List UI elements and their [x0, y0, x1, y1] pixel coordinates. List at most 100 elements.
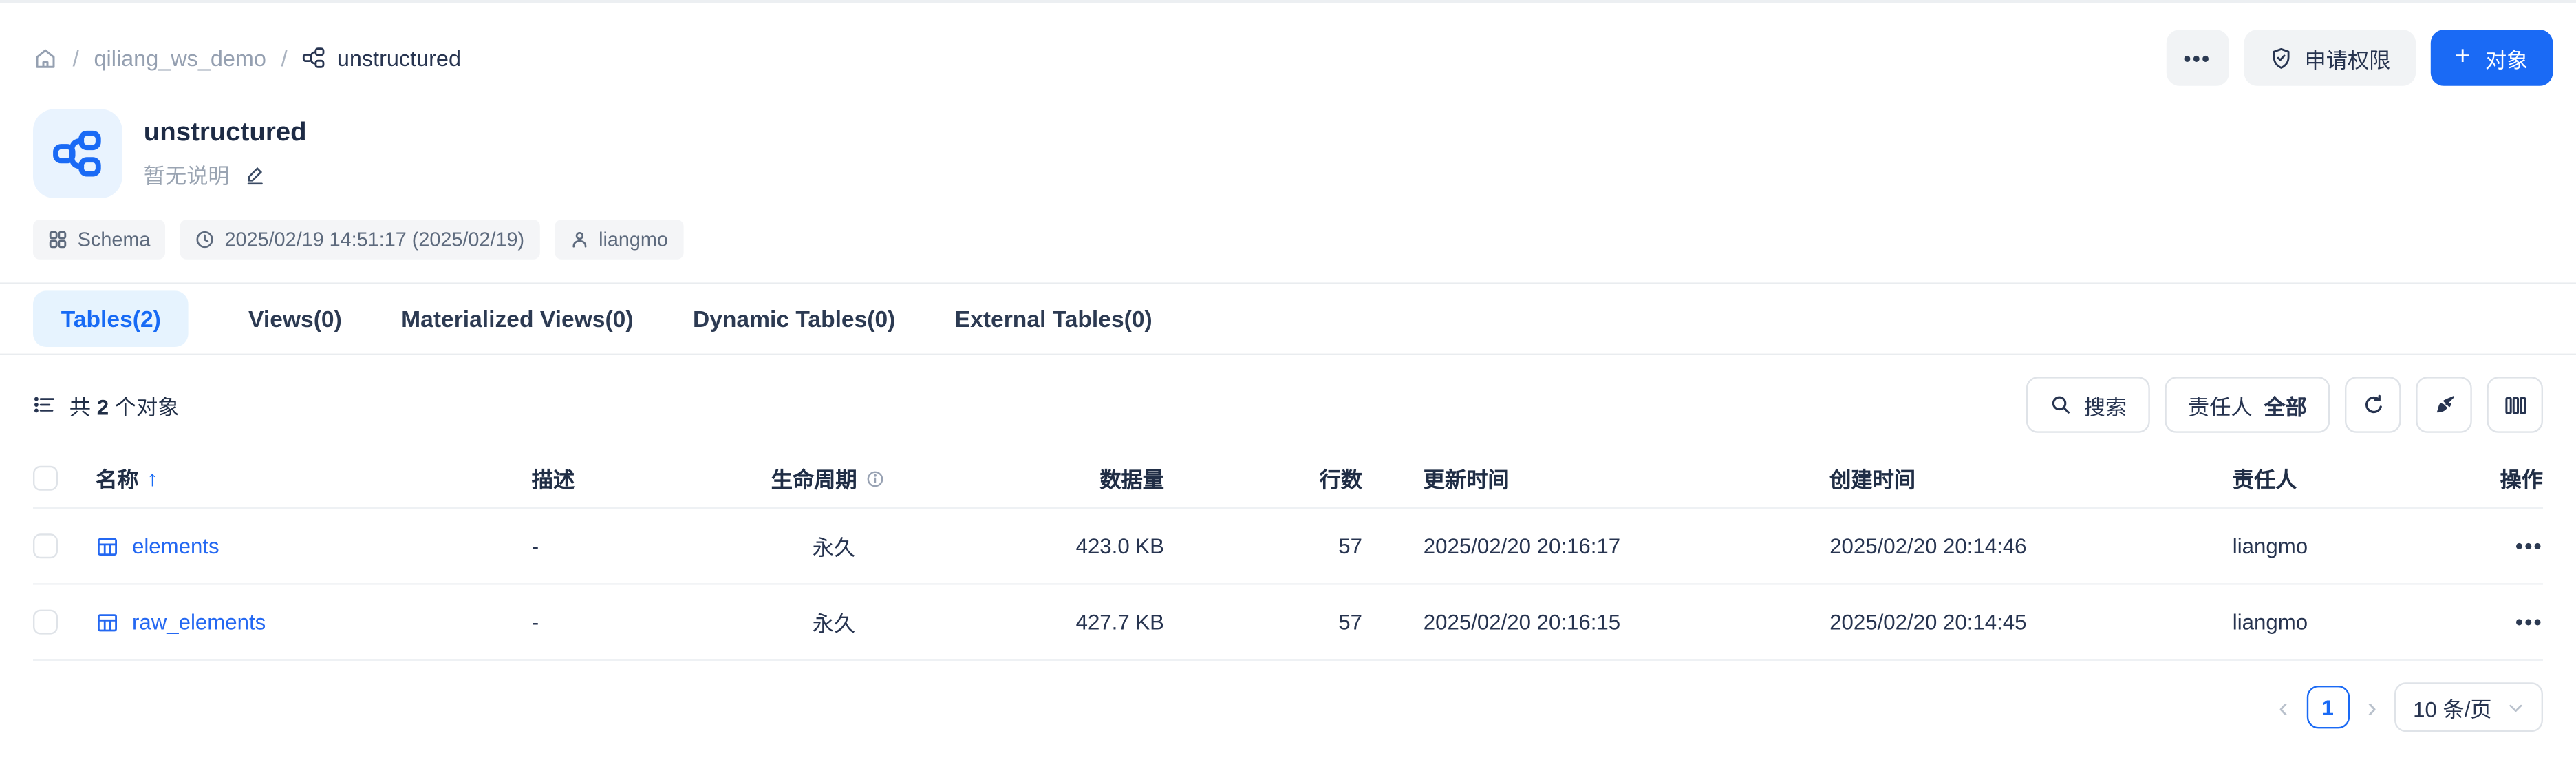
column-lifecycle: 生命周期 [771, 463, 925, 494]
add-object-label: 对象 [2485, 42, 2528, 74]
time-badge: 2025/02/19 14:51:17 (2025/02/19) [180, 220, 539, 260]
edit-icon[interactable] [244, 162, 266, 184]
tab-external-tables[interactable]: External Tables(0) [955, 290, 1152, 347]
shield-check-icon [2268, 45, 2293, 70]
owner-filter-value: 全部 [2264, 389, 2306, 421]
add-object-button[interactable]: + 对象 [2430, 30, 2553, 86]
table-row: raw_elements - 永久 427.7 KB 57 2025/02/20… [33, 585, 2543, 661]
person-icon [569, 230, 589, 250]
search-label: 搜索 [2084, 389, 2127, 421]
schema-avatar [33, 109, 122, 198]
row-actions-button[interactable]: ••• [2477, 533, 2543, 558]
list-tools: 搜索 责任人 全部 [2026, 377, 2543, 433]
breadcrumb-workspace[interactable]: qiliang_ws_demo [94, 45, 266, 70]
column-actions: 操作 [2477, 463, 2543, 494]
select-all-checkbox[interactable] [33, 466, 58, 491]
object-header: unstructured 暂无说明 [0, 86, 2576, 198]
chevron-down-icon [2507, 698, 2524, 716]
table-name-cell: raw_elements [96, 610, 532, 635]
owner-badge: liangmo [554, 220, 683, 260]
info-icon[interactable] [866, 468, 886, 488]
row-actions-button[interactable]: ••• [2477, 610, 2543, 635]
search-button[interactable]: 搜索 [2026, 377, 2150, 433]
page: / qiliang_ws_demo / unstructured ••• [0, 0, 2576, 782]
sort-asc-icon[interactable]: ↑ [147, 466, 158, 491]
plus-icon: + [2455, 43, 2470, 72]
table-name-cell: elements [96, 533, 532, 558]
cell-updated: 2025/02/20 20:16:15 [1362, 610, 1829, 635]
apply-permission-button[interactable]: 申请权限 [2244, 30, 2416, 86]
more-actions-button[interactable]: ••• [2166, 30, 2229, 86]
search-icon [2049, 393, 2072, 416]
cell-rows: 57 [1164, 533, 1362, 558]
object-count-summary: 共 2 个对象 [33, 389, 179, 421]
page-size-select[interactable]: 10 条/页 [2395, 682, 2543, 732]
object-count: 2 [97, 394, 109, 419]
next-page-button[interactable]: › [2368, 693, 2377, 721]
page-size-value: 10 条/页 [2413, 691, 2491, 723]
page-title: unstructured [144, 118, 307, 148]
cell-size: 427.7 KB [925, 610, 1164, 635]
cell-owner: liangmo [2233, 533, 2477, 558]
breadcrumb-separator: / [281, 45, 288, 71]
column-name[interactable]: 名称 ↑ [96, 463, 532, 494]
object-description: 暂无说明 [144, 158, 230, 189]
schema-icon-large [53, 129, 103, 178]
breadcrumb-current: unstructured [302, 45, 461, 70]
object-title-group: unstructured 暂无说明 [144, 118, 307, 189]
owner-filter-button[interactable]: 责任人 全部 [2165, 377, 2330, 433]
breadcrumb-separator: / [73, 45, 79, 71]
clean-brush-button[interactable] [2416, 377, 2472, 433]
refresh-icon [2361, 392, 2385, 417]
prev-page-button[interactable]: ‹ [2279, 693, 2288, 721]
column-updated: 更新时间 [1362, 463, 1829, 494]
table-icon [96, 611, 119, 634]
pagination: ‹ 1 › 10 条/页 [0, 661, 2576, 732]
table-name-link[interactable]: raw_elements [132, 610, 266, 635]
brush-icon [2432, 392, 2456, 417]
column-rows: 行数 [1164, 463, 1362, 494]
time-badge-label: 2025/02/19 14:51:17 (2025/02/19) [224, 228, 524, 251]
home-icon[interactable] [33, 45, 58, 70]
cell-lifecycle: 永久 [771, 530, 925, 562]
columns-settings-button[interactable] [2487, 377, 2543, 433]
cell-lifecycle: 永久 [771, 606, 925, 638]
cell-description: - [532, 610, 771, 635]
clock-icon [195, 230, 215, 250]
table-row: elements - 永久 423.0 KB 57 2025/02/20 20:… [33, 509, 2543, 584]
column-owner: 责任人 [2233, 463, 2477, 494]
columns-icon [2502, 392, 2527, 417]
tab-views[interactable]: Views(0) [248, 290, 342, 347]
grid-icon [48, 230, 68, 250]
apply-permission-label: 申请权限 [2305, 42, 2391, 74]
list-toolbar: 共 2 个对象 搜索 责任人 全部 [0, 355, 2576, 433]
cell-updated: 2025/02/20 20:16:17 [1362, 533, 1829, 558]
owner-badge-label: liangmo [599, 228, 668, 251]
table-icon [96, 534, 119, 558]
cell-created: 2025/02/20 20:14:46 [1829, 533, 2233, 558]
top-bar: / qiliang_ws_demo / unstructured ••• [0, 3, 2576, 86]
type-badge-label: Schema [78, 228, 151, 251]
cell-description: - [532, 533, 771, 558]
column-description: 描述 [532, 463, 771, 494]
tables-list: 名称 ↑ 描述 生命周期 数据量 行数 更新时间 创建时间 责任人 操作 [0, 433, 2576, 661]
cell-created: 2025/02/20 20:14:45 [1829, 610, 2233, 635]
tab-dynamic-tables[interactable]: Dynamic Tables(0) [693, 290, 895, 347]
type-badge: Schema [33, 220, 165, 260]
owner-filter-label: 责任人 [2188, 389, 2253, 421]
refresh-button[interactable] [2345, 377, 2401, 433]
table-name-link[interactable]: elements [132, 533, 219, 558]
list-icon [33, 393, 56, 416]
cell-size: 423.0 KB [925, 533, 1164, 558]
column-created: 创建时间 [1829, 463, 2233, 494]
tab-materialized-views[interactable]: Materialized Views(0) [401, 290, 633, 347]
row-checkbox[interactable] [33, 610, 58, 635]
breadcrumb-current-label: unstructured [337, 45, 461, 70]
row-checkbox[interactable] [33, 533, 58, 558]
cell-owner: liangmo [2233, 610, 2477, 635]
column-size: 数据量 [925, 463, 1164, 494]
current-page-button[interactable]: 1 [2306, 686, 2349, 728]
tab-tables[interactable]: Tables(2) [33, 290, 189, 347]
summary-text: 共 2 个对象 [69, 389, 180, 421]
cell-rows: 57 [1164, 610, 1362, 635]
